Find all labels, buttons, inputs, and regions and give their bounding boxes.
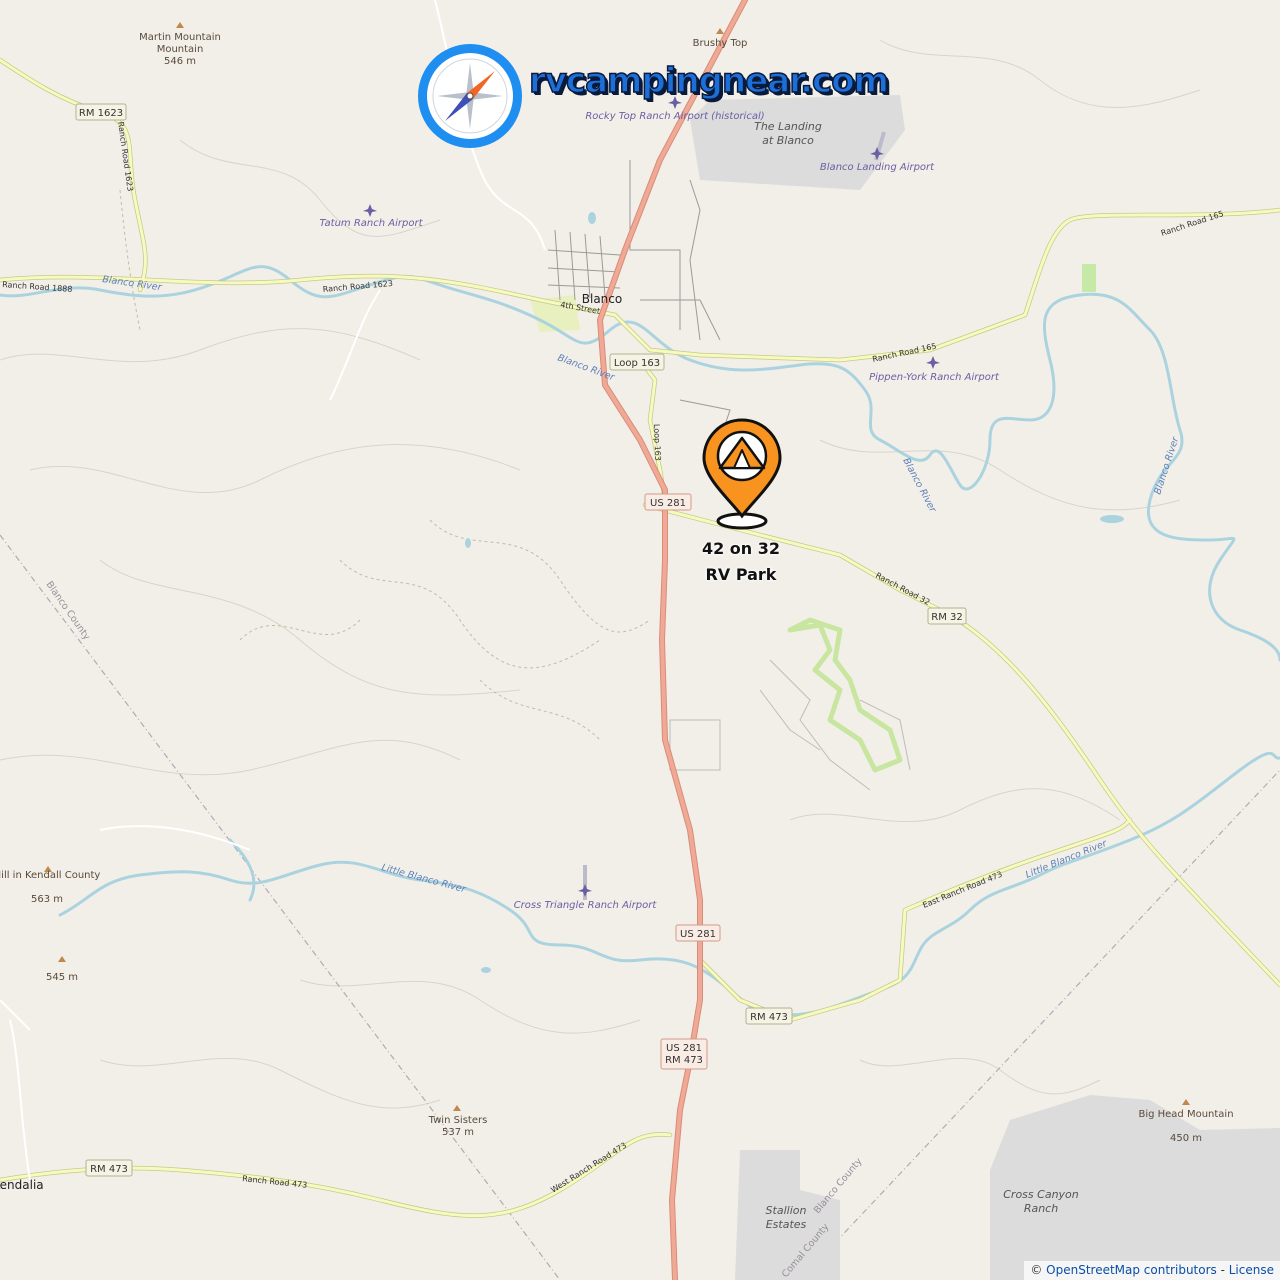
attribution-separator: - bbox=[1216, 1263, 1229, 1277]
river-label: Blanco River bbox=[556, 352, 617, 383]
town-label: Blanco bbox=[582, 292, 622, 306]
county-label: Blanco County bbox=[44, 579, 93, 642]
map-layer: Martin Mountain Mountain 546 m Brushy To… bbox=[0, 0, 1280, 1280]
airport-label: Cross Triangle Ranch Airport bbox=[514, 900, 658, 911]
peak-name: Big Head Mountain bbox=[1138, 1109, 1233, 1120]
svg-text:Loop 163: Loop 163 bbox=[614, 358, 660, 369]
airport-label: Blanco Landing Airport bbox=[820, 162, 935, 173]
peak-elevation: 450 m bbox=[1170, 1133, 1202, 1144]
peak-labels: Martin Mountain Mountain 546 m Brushy To… bbox=[0, 32, 1234, 1144]
peak-elevation: 546 m bbox=[164, 56, 196, 67]
svg-text:Ranch: Ranch bbox=[1024, 1202, 1058, 1215]
svg-text:RM 473: RM 473 bbox=[90, 1164, 128, 1175]
road-name: East Ranch Road 473 bbox=[921, 870, 1003, 910]
map-attribution: © OpenStreetMap contributors - License bbox=[1024, 1261, 1280, 1280]
svg-text:RM 32: RM 32 bbox=[931, 612, 962, 623]
shield-us281: US 281 bbox=[644, 493, 692, 511]
peak-name: Hill in Kendall County bbox=[0, 870, 100, 881]
peak-elevation: 537 m bbox=[442, 1127, 474, 1138]
landuse bbox=[530, 95, 1280, 1280]
airplane-icon bbox=[578, 884, 592, 897]
svg-text:Cross Canyon: Cross Canyon bbox=[1003, 1188, 1079, 1201]
us-281 bbox=[597, 0, 748, 1280]
svg-text:US 281: US 281 bbox=[666, 1043, 702, 1054]
svg-text:US 281: US 281 bbox=[650, 498, 686, 509]
shield-us281: US 281 bbox=[675, 924, 721, 942]
svg-text:Mountain: Mountain bbox=[157, 44, 204, 55]
peak-icon bbox=[716, 28, 724, 34]
peak-name: Twin Sisters bbox=[428, 1115, 488, 1126]
map-canvas[interactable]: Martin Mountain Mountain 546 m Brushy To… bbox=[0, 0, 1280, 1280]
river-label: Little Blanco River bbox=[380, 862, 468, 895]
shield-us281-rm473: US 281RM 473 bbox=[660, 1038, 708, 1070]
peak-icon bbox=[1182, 1099, 1190, 1105]
shield-rm32: RM 32 bbox=[927, 607, 967, 625]
road-name: Loop 163 bbox=[652, 424, 662, 461]
secondary-roads bbox=[0, 57, 1280, 1218]
license-link[interactable]: License bbox=[1229, 1263, 1274, 1277]
peak-icon bbox=[176, 22, 184, 28]
svg-text:Estates: Estates bbox=[766, 1218, 807, 1231]
peak-elevation: 545 m bbox=[46, 972, 78, 983]
shield-rm473: RM 473 bbox=[85, 1159, 133, 1177]
road-name: West Ranch Road 473 bbox=[549, 1141, 628, 1195]
kendalia-label: Kendalia bbox=[0, 1178, 44, 1192]
road-shields: RM 1623 Loop 163 US 281 RM 32 US 281 RM … bbox=[75, 103, 967, 1177]
svg-text:RM 1623: RM 1623 bbox=[79, 108, 123, 119]
peak-markers bbox=[44, 22, 1190, 1111]
svg-text:Stallion: Stallion bbox=[766, 1204, 807, 1217]
svg-text:RM 473: RM 473 bbox=[750, 1012, 788, 1023]
river-label: Blanco River bbox=[1152, 435, 1181, 496]
road-name: Ranch Road 32 bbox=[874, 571, 931, 607]
airport-label: Pippen-York Ranch Airport bbox=[869, 372, 1000, 383]
minor-roads bbox=[0, 0, 546, 1181]
peak-elevation: 563 m bbox=[31, 894, 63, 905]
airplane-icon bbox=[926, 356, 940, 369]
minor-tracks bbox=[0, 39, 1201, 1109]
road-name: Ranch Road 1623 bbox=[322, 279, 393, 294]
shield-rm1623: RM 1623 bbox=[75, 103, 127, 121]
peak-icon bbox=[58, 956, 66, 962]
airport-label: Tatum Ranch Airport bbox=[319, 218, 423, 229]
shield-loop163: Loop 163 bbox=[609, 353, 665, 371]
compass-icon bbox=[418, 44, 522, 148]
shield-rm473: RM 473 bbox=[745, 1007, 793, 1025]
trails bbox=[119, 189, 651, 741]
brand-logo[interactable]: rvcampingnear.com bbox=[415, 40, 890, 152]
road-name: Ranch Road 165 bbox=[872, 342, 938, 364]
location-marker[interactable] bbox=[702, 418, 782, 530]
airplane-icon bbox=[363, 204, 377, 217]
svg-text:US 281: US 281 bbox=[680, 929, 716, 940]
svg-text:RM 473: RM 473 bbox=[665, 1055, 703, 1066]
subdivision-green bbox=[787, 617, 903, 773]
osm-link[interactable]: OpenStreetMap contributors bbox=[1046, 1263, 1217, 1277]
river-label: Blanco River bbox=[900, 456, 938, 515]
attribution-prefix: © bbox=[1030, 1263, 1047, 1277]
brand-name: rvcampingnear.com bbox=[528, 60, 889, 102]
park-green bbox=[1082, 264, 1096, 292]
peak-icon bbox=[453, 1105, 461, 1111]
marker-label: 42 on 32 RV Park bbox=[701, 539, 781, 584]
road-name: Ranch Road 473 bbox=[242, 1174, 308, 1190]
peak-name: Martin Mountain bbox=[139, 32, 221, 43]
